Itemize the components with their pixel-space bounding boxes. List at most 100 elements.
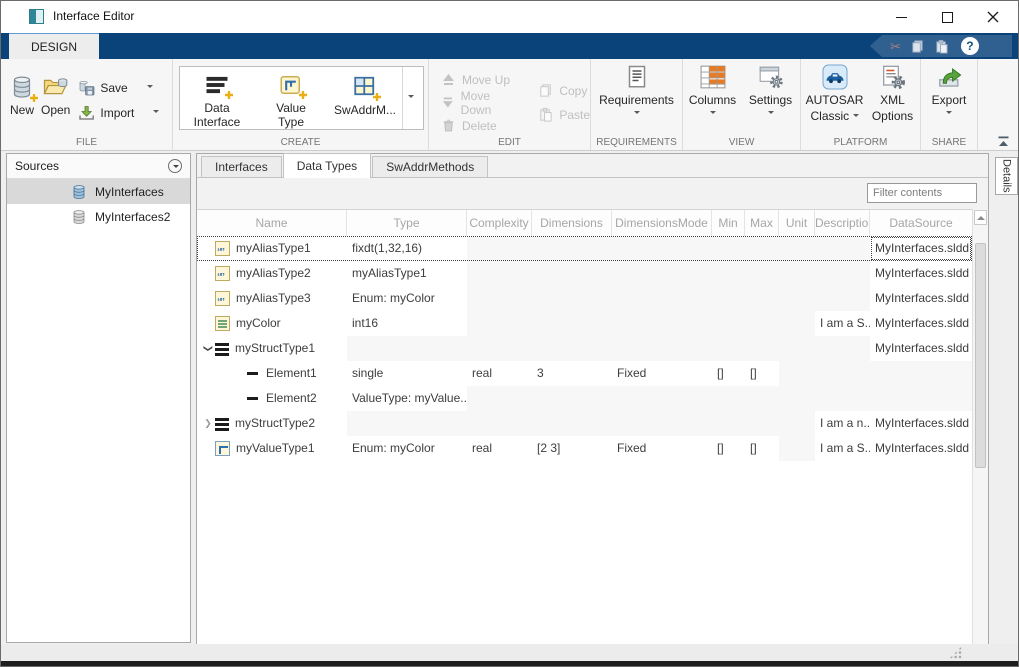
row-name: myAliasType1 (236, 236, 311, 261)
table-row-myaliastype1[interactable]: myAliasType1fixdt(1,32,16)MyInterfaces.s… (197, 236, 972, 261)
collapse-ribbon-icon[interactable] (997, 136, 1010, 147)
cell-datasource: MyInterfaces.sldd (870, 236, 972, 261)
resize-grip[interactable] (949, 646, 962, 659)
cell-dimensionsmode (612, 286, 712, 311)
cell-dimensionsmode (612, 236, 712, 261)
copy-icon (538, 83, 553, 98)
save-dropdown-arrow[interactable] (147, 85, 153, 91)
quick-access-toolbar: ✂ (870, 35, 1012, 57)
cell-description (815, 286, 870, 311)
table-row-mystructtype2[interactable]: ❯myStructType2I am a n...MyInterfaces.sl… (197, 411, 972, 436)
maximize-button[interactable] (924, 2, 970, 32)
cell-dimensions (532, 286, 612, 311)
cell-type: Enum: myColor (347, 286, 467, 311)
tab-swaddrmethods[interactable]: SwAddrMethods (372, 156, 488, 177)
tab-design[interactable]: DESIGN (9, 33, 99, 59)
cell-dimensions (532, 336, 612, 361)
column-header-type[interactable]: Type (347, 210, 467, 236)
value-type-button[interactable]: Value Type (254, 67, 328, 129)
alias-type-icon (215, 291, 230, 306)
source-item-myinterfaces[interactable]: MyInterfaces (7, 179, 190, 204)
cell-max (745, 311, 779, 336)
cell-datasource (870, 361, 972, 386)
cell-datasource: MyInterfaces.sldd (870, 436, 972, 461)
cut-icon: ✂ (890, 40, 901, 53)
swaddrmethod-button[interactable]: SwAddrM... (328, 67, 402, 129)
save-button[interactable]: Save (78, 79, 159, 97)
cell-dimensions (532, 236, 612, 261)
autosar-car-icon (822, 63, 848, 91)
tab-details[interactable]: Details (995, 157, 1018, 195)
autosar-dropdown-arrow (853, 114, 859, 120)
minimize-button[interactable] (878, 2, 924, 32)
column-header-min[interactable]: Min (712, 210, 745, 236)
import-dropdown-arrow[interactable] (153, 110, 159, 116)
scrollbar-thumb[interactable] (975, 243, 986, 468)
tab-data-types[interactable]: Data Types (283, 153, 371, 178)
status-bar (1, 644, 1018, 661)
table-row-element2[interactable]: Element2ValueType: myValue... (197, 386, 972, 411)
vertical-scrollbar[interactable] (972, 209, 988, 645)
column-header-datasource[interactable]: DataSource (870, 210, 972, 236)
cell-dimensionsmode (612, 411, 712, 436)
filter-input[interactable] (867, 183, 977, 203)
table-row-myaliastype2[interactable]: myAliasType2myAliasType1MyInterfaces.sld… (197, 261, 972, 286)
move-up-button: Move Up (441, 71, 518, 88)
import-button[interactable]: Import (78, 104, 159, 122)
cell-name: Element1 (197, 361, 347, 386)
row-name: myAliasType3 (236, 286, 311, 311)
open-folder-icon (43, 73, 69, 101)
export-dropdown-arrow (946, 111, 952, 117)
cell-description (815, 386, 870, 411)
cell-min (712, 336, 745, 361)
section-platform: AUTOSAR Classic XML Options PLATFORM (801, 59, 921, 150)
save-icon (78, 80, 95, 97)
sources-title: Sources (15, 159, 59, 173)
data-interface-button[interactable]: Data Interface (180, 67, 254, 129)
cell-min: [] (712, 361, 745, 386)
column-header-dimensionsmode[interactable]: DimensionsMode (612, 210, 712, 236)
cell-unit (779, 236, 815, 261)
row-name: myStructType2 (235, 411, 315, 436)
cell-description (815, 261, 870, 286)
tab-interfaces[interactable]: Interfaces (201, 156, 282, 177)
table-row-myvaluetype1[interactable]: myValueType1Enum: myColorreal[2 3]Fixed[… (197, 436, 972, 461)
expand-chevron-icon[interactable]: ❯ (201, 411, 215, 436)
table-row-mystructtype1[interactable]: ❯myStructType1MyInterfaces.sldd (197, 336, 972, 361)
move-down-button: Move Down (441, 94, 518, 111)
source-item-myinterfaces2[interactable]: MyInterfaces2 (7, 204, 190, 229)
cell-description: I am a S... (815, 311, 870, 336)
close-button[interactable] (970, 2, 1016, 32)
column-header-name[interactable]: Name (197, 210, 347, 236)
scroll-up-icon[interactable] (974, 210, 987, 225)
column-header-description[interactable]: Description (815, 210, 870, 236)
paste-icon (538, 107, 553, 122)
cell-description (815, 336, 870, 361)
column-header-max[interactable]: Max (745, 210, 779, 236)
cell-complexity (467, 311, 532, 336)
cell-dimensions: 3 (532, 361, 612, 386)
requirements-button[interactable]: Requirements (591, 59, 682, 117)
help-icon[interactable] (961, 37, 979, 55)
cell-description: I am a n... (815, 411, 870, 436)
column-header-complexity[interactable]: Complexity (467, 210, 532, 236)
requirements-icon (624, 63, 650, 91)
column-header-dimensions[interactable]: Dimensions (532, 210, 612, 236)
requirements-dropdown-arrow (634, 111, 640, 117)
cell-min (712, 386, 745, 411)
sources-menu-icon[interactable] (168, 159, 182, 173)
cell-dimensionsmode: Fixed (612, 361, 712, 386)
cell-type: myAliasType1 (347, 261, 467, 286)
minimize-icon (896, 17, 907, 18)
table-row-element1[interactable]: Element1singlereal3Fixed[][] (197, 361, 972, 386)
toolstrip: New Open Save Import F (1, 59, 1018, 151)
cell-max (745, 411, 779, 436)
table-row-myaliastype3[interactable]: myAliasType3Enum: myColorMyInterfaces.sl… (197, 286, 972, 311)
main-area: Sources MyInterfacesMyInterfaces2 Interf… (1, 151, 1018, 666)
table-row-mycolor[interactable]: myColorint16I am a S...MyInterfaces.sldd (197, 311, 972, 336)
interface-editor-window: Interface Editor DESIGN ✂ New (0, 0, 1019, 667)
section-file: New Open Save Import F (1, 59, 173, 150)
create-dropdown[interactable] (402, 67, 418, 129)
cell-complexity (467, 236, 532, 261)
column-header-unit[interactable]: Unit (779, 210, 815, 236)
